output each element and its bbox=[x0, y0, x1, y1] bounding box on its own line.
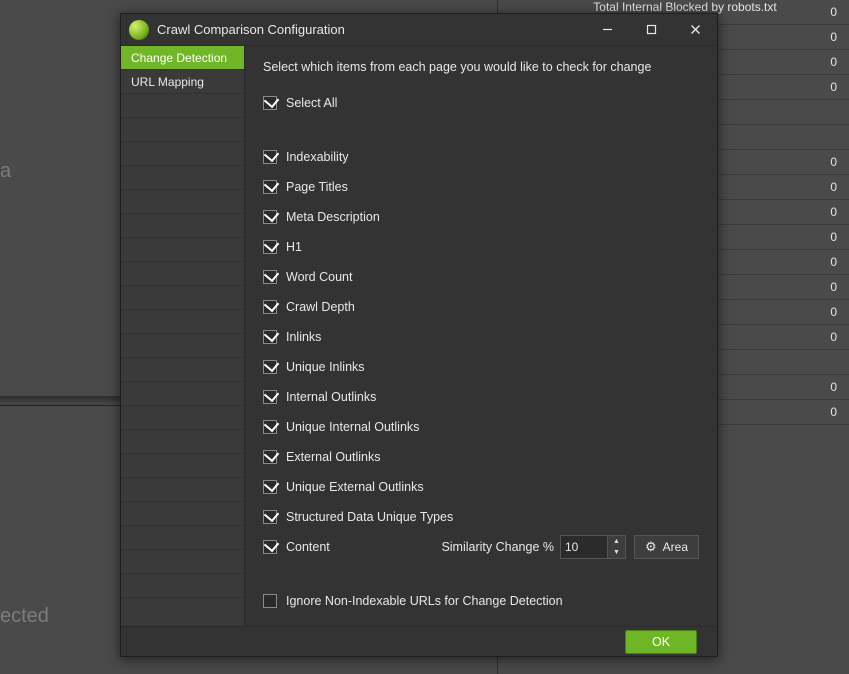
frog-app-icon bbox=[129, 20, 149, 40]
checkbox-label: Internal Outlinks bbox=[286, 390, 376, 404]
checkbox[interactable] bbox=[263, 150, 277, 164]
sidebar-item-change-detection[interactable]: Change Detection bbox=[121, 46, 244, 70]
checkbox[interactable] bbox=[263, 450, 277, 464]
checkbox-label: Structured Data Unique Types bbox=[286, 510, 453, 524]
checkbox-label: Unique Inlinks bbox=[286, 360, 365, 374]
bg-column-header: Total Internal Blocked by robots.txt bbox=[525, 0, 845, 14]
checkbox[interactable] bbox=[263, 180, 277, 194]
checkbox[interactable] bbox=[263, 390, 277, 404]
maximize-button[interactable] bbox=[629, 14, 673, 46]
checkbox-label: Crawl Depth bbox=[286, 300, 355, 314]
similarity-spinner[interactable]: ▲ ▼ bbox=[608, 535, 626, 559]
check-unique-external-outlinks[interactable]: Unique External Outlinks bbox=[263, 472, 699, 502]
dialog-footer: OK bbox=[121, 626, 717, 656]
checkbox-label: Content bbox=[286, 540, 330, 554]
sidebar-empty-rows bbox=[121, 94, 244, 598]
sidebar-item-label: URL Mapping bbox=[131, 75, 204, 89]
similarity-label: Similarity Change % bbox=[441, 540, 554, 554]
check-structured-data[interactable]: Structured Data Unique Types bbox=[263, 502, 699, 532]
gear-icon: ⚙ bbox=[645, 539, 657, 555]
select-all-row[interactable]: Select All bbox=[263, 88, 699, 118]
sidebar-item-label: Change Detection bbox=[131, 51, 227, 65]
ignore-non-indexable-row[interactable]: Ignore Non-Indexable URLs for Change Det… bbox=[263, 586, 699, 616]
check-inlinks[interactable]: Inlinks bbox=[263, 322, 699, 352]
check-h1[interactable]: H1 bbox=[263, 232, 699, 262]
check-crawl-depth[interactable]: Crawl Depth bbox=[263, 292, 699, 322]
checkbox-label: Inlinks bbox=[286, 330, 321, 344]
checkbox-label: External Outlinks bbox=[286, 450, 380, 464]
checkbox-label: Unique External Outlinks bbox=[286, 480, 424, 494]
check-word-count[interactable]: Word Count bbox=[263, 262, 699, 292]
check-unique-inlinks[interactable]: Unique Inlinks bbox=[263, 352, 699, 382]
checkbox[interactable] bbox=[263, 270, 277, 284]
instruction-text: Select which items from each page you wo… bbox=[263, 60, 699, 74]
check-unique-internal-outlinks[interactable]: Unique Internal Outlinks bbox=[263, 412, 699, 442]
checkbox[interactable] bbox=[263, 240, 277, 254]
checkbox[interactable] bbox=[263, 510, 277, 524]
checkbox[interactable] bbox=[263, 210, 277, 224]
checkbox-label: Select All bbox=[286, 96, 337, 110]
bg-left-panel-divider bbox=[0, 396, 120, 406]
checkbox[interactable] bbox=[263, 300, 277, 314]
checkbox-label: H1 bbox=[286, 240, 302, 254]
dialog-main-panel: Select which items from each page you wo… bbox=[245, 46, 717, 626]
checkbox-label: Ignore Non-Indexable URLs for Change Det… bbox=[286, 594, 563, 608]
checkbox[interactable] bbox=[263, 420, 277, 434]
content-checkbox[interactable] bbox=[263, 540, 277, 554]
select-all-checkbox[interactable] bbox=[263, 96, 277, 110]
area-button-label: Area bbox=[663, 540, 688, 554]
checkbox-label: Meta Description bbox=[286, 210, 380, 224]
area-button[interactable]: ⚙ Area bbox=[634, 535, 699, 559]
titlebar[interactable]: Crawl Comparison Configuration bbox=[121, 14, 717, 46]
check-external-outlinks[interactable]: External Outlinks bbox=[263, 442, 699, 472]
bg-text-fragment: ected bbox=[0, 605, 49, 628]
checkbox-label: Page Titles bbox=[286, 180, 348, 194]
bg-column-values: 000 0 000 000 00 00 bbox=[803, 0, 843, 425]
ok-button[interactable]: OK bbox=[625, 630, 697, 654]
checkbox-label: Unique Internal Outlinks bbox=[286, 420, 419, 434]
check-internal-outlinks[interactable]: Internal Outlinks bbox=[263, 382, 699, 412]
spinner-up-button[interactable]: ▲ bbox=[608, 536, 625, 547]
check-indexability[interactable]: Indexability bbox=[263, 142, 699, 172]
sidebar-item-url-mapping[interactable]: URL Mapping bbox=[121, 70, 244, 94]
similarity-change-input[interactable] bbox=[560, 535, 608, 559]
crawl-comparison-config-dialog: Crawl Comparison Configuration Change De… bbox=[120, 13, 718, 657]
ignore-checkbox[interactable] bbox=[263, 594, 277, 608]
minimize-button[interactable] bbox=[585, 14, 629, 46]
check-content-row: Content Similarity Change % ▲ ▼ ⚙ Area bbox=[263, 532, 699, 562]
checkbox[interactable] bbox=[263, 330, 277, 344]
checkbox-label: Word Count bbox=[286, 270, 352, 284]
check-meta-description[interactable]: Meta Description bbox=[263, 202, 699, 232]
close-button[interactable] bbox=[673, 14, 717, 46]
check-page-titles[interactable]: Page Titles bbox=[263, 172, 699, 202]
spinner-down-button[interactable]: ▼ bbox=[608, 547, 625, 558]
bg-text-fragment: a bbox=[0, 160, 11, 183]
checkbox[interactable] bbox=[263, 360, 277, 374]
dialog-title: Crawl Comparison Configuration bbox=[157, 22, 585, 37]
dialog-sidebar: Change Detection URL Mapping bbox=[121, 46, 245, 626]
checkbox-label: Indexability bbox=[286, 150, 349, 164]
checkbox[interactable] bbox=[263, 480, 277, 494]
